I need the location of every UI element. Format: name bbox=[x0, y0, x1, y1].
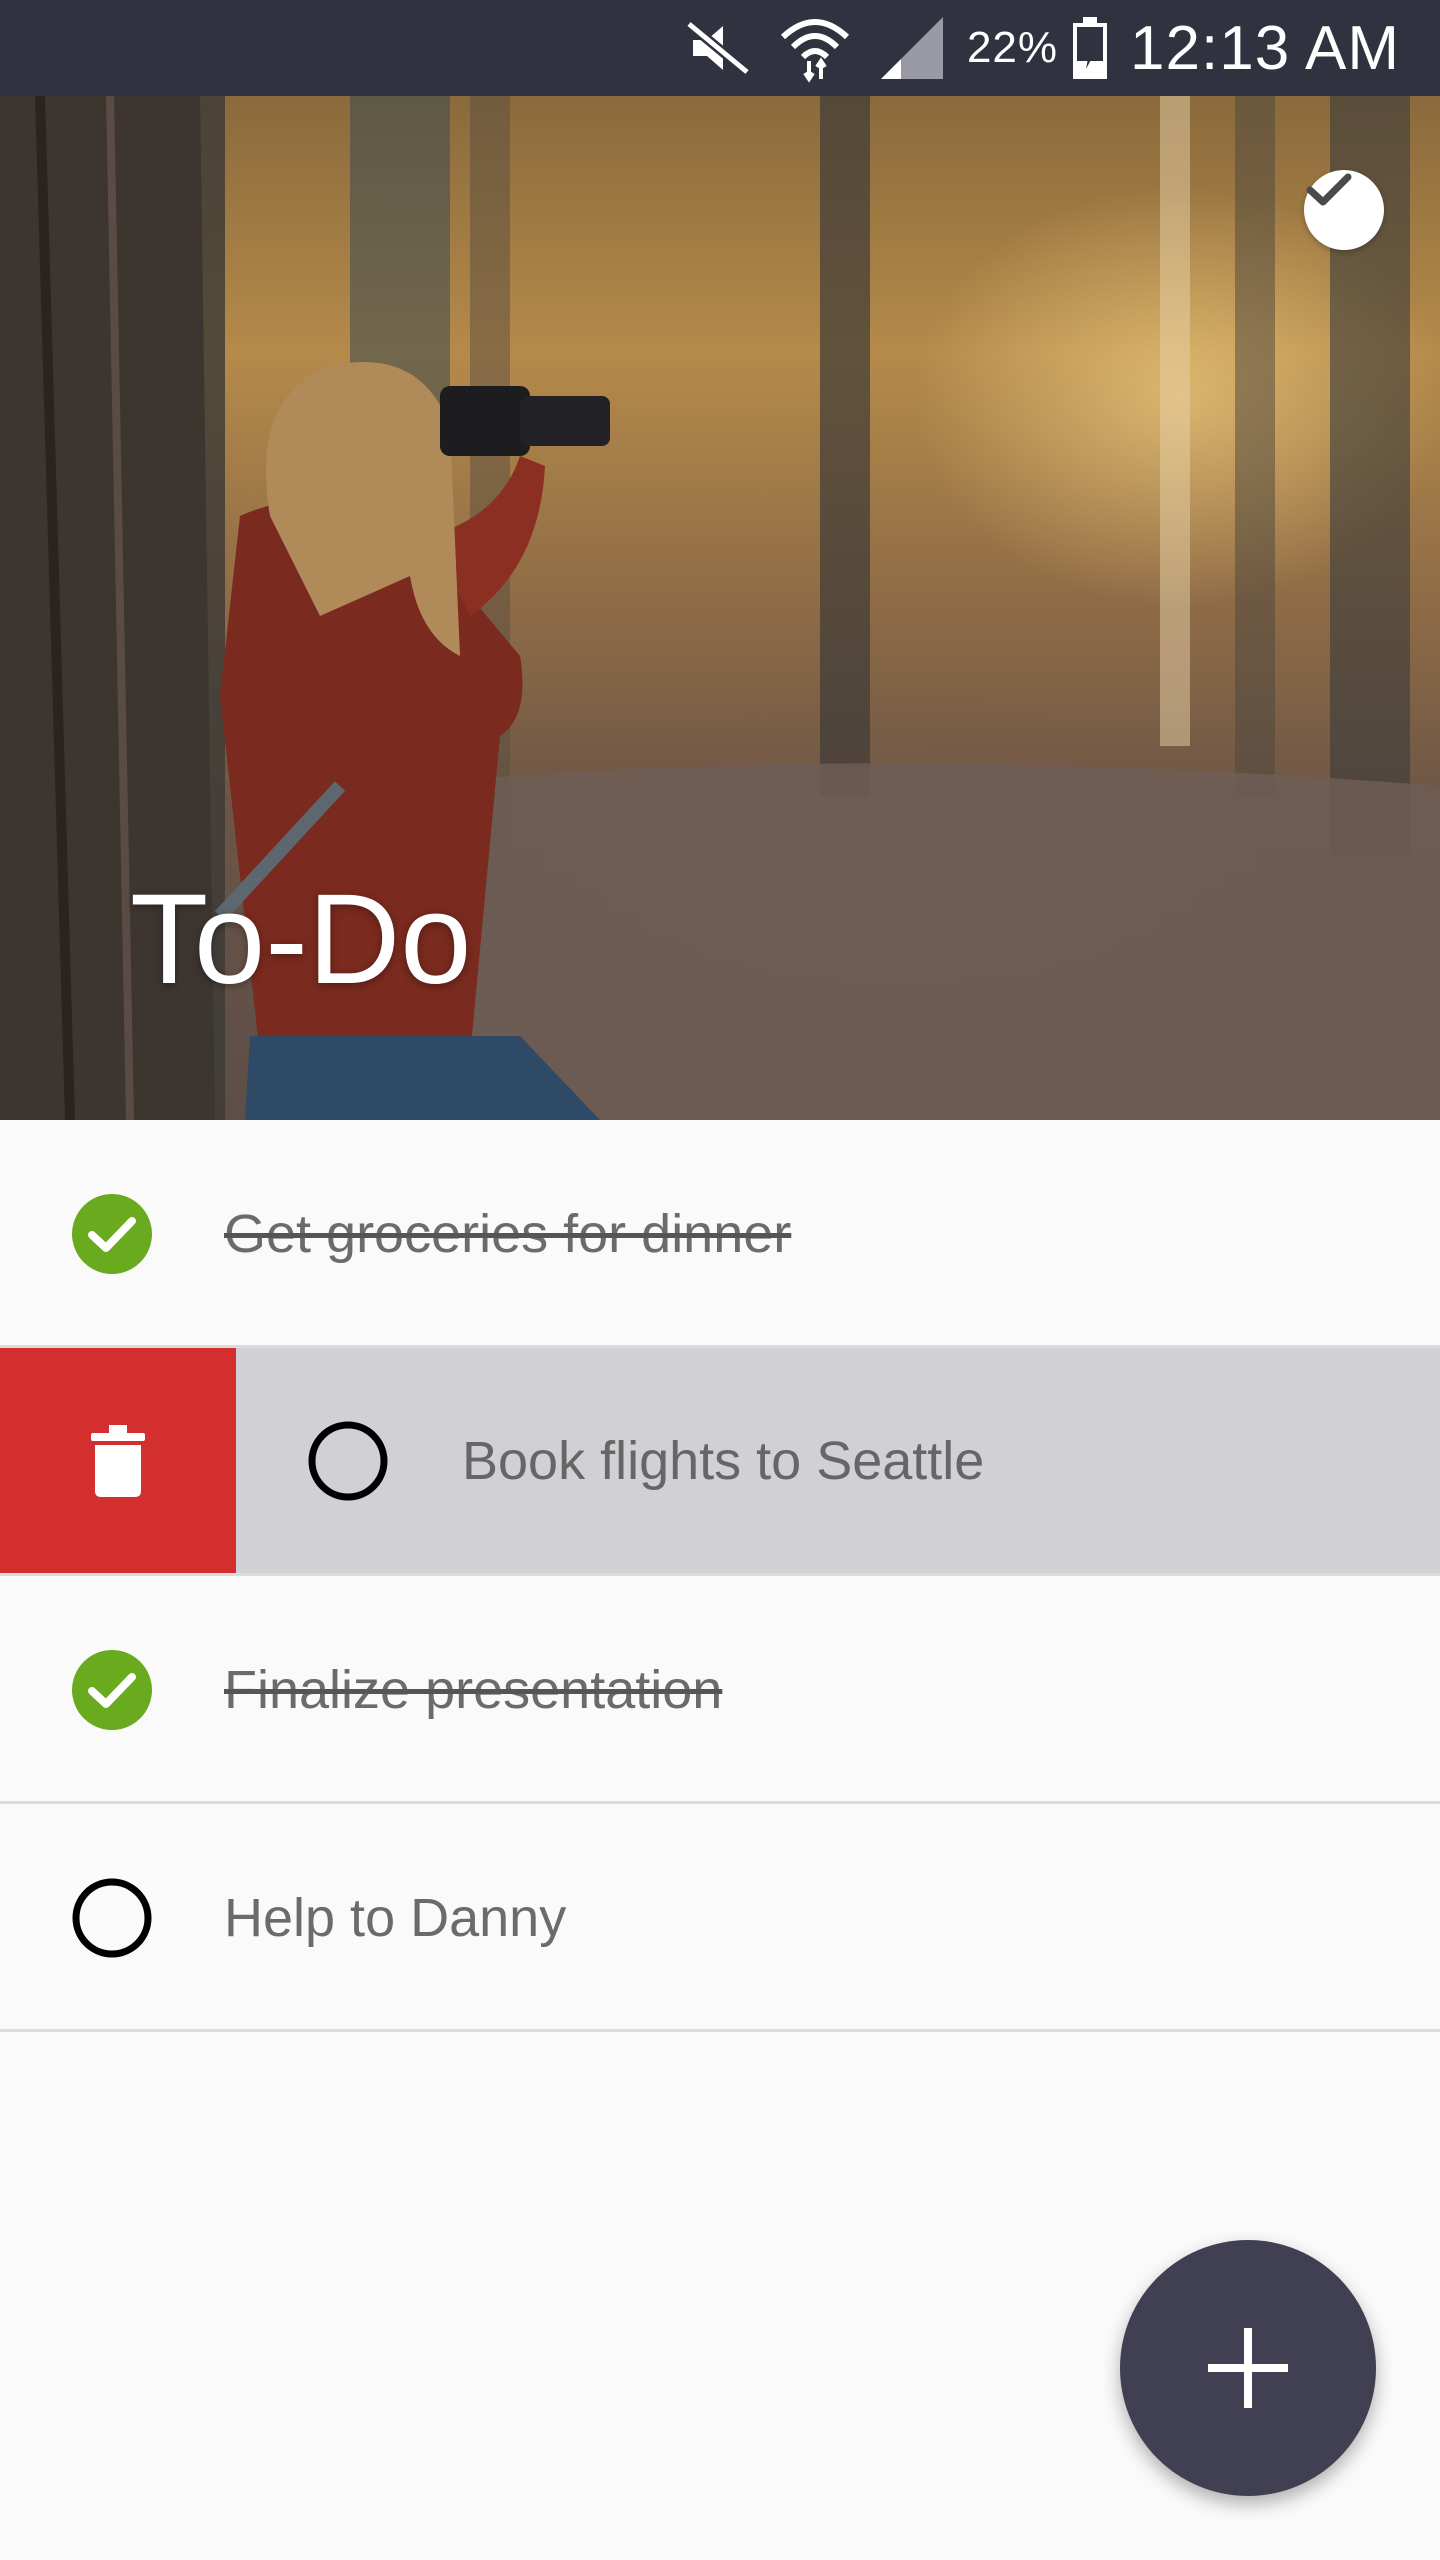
task-item[interactable]: Get groceries for dinner bbox=[0, 1120, 1440, 1348]
check-icon bbox=[1306, 173, 1352, 206]
task-item-swiped[interactable]: Book flights to Seattle bbox=[0, 1348, 1440, 1576]
task-label: Help to Danny bbox=[224, 1888, 567, 1948]
task-list: Get groceries for dinner Book flights to… bbox=[0, 1120, 1440, 2032]
delete-button[interactable] bbox=[0, 1348, 236, 1573]
task-item[interactable]: Help to Danny bbox=[0, 1804, 1440, 2032]
page-title: To-Do bbox=[130, 868, 472, 1011]
add-task-button[interactable] bbox=[1120, 2240, 1376, 2496]
incomplete-circle-icon[interactable] bbox=[308, 1421, 388, 1501]
battery-percent: 22% bbox=[966, 23, 1059, 72]
task-item[interactable]: Finalize presentation bbox=[0, 1576, 1440, 1804]
signal-icon bbox=[877, 15, 947, 81]
delete-icon bbox=[91, 1424, 145, 1497]
battery-charging-icon bbox=[1070, 15, 1110, 81]
task-label: Finalize presentation bbox=[224, 1660, 723, 1720]
completed-check-icon[interactable] bbox=[72, 1194, 152, 1274]
task-label: Book flights to Seattle bbox=[462, 1430, 985, 1491]
task-label: Get groceries for dinner bbox=[224, 1204, 792, 1264]
mute-icon bbox=[683, 18, 753, 78]
incomplete-circle-icon[interactable] bbox=[72, 1878, 152, 1958]
completed-check-icon[interactable] bbox=[72, 1650, 152, 1730]
status-bar: 22% 12:13 AM bbox=[0, 0, 1440, 96]
header-image: To-Do bbox=[0, 96, 1440, 1120]
plus-icon bbox=[1208, 2328, 1288, 2408]
task-content[interactable]: Book flights to Seattle bbox=[236, 1348, 1440, 1573]
clock: 12:13 AM bbox=[1130, 13, 1400, 83]
wifi-icon bbox=[779, 13, 851, 83]
mark-all-button[interactable] bbox=[1304, 170, 1384, 250]
